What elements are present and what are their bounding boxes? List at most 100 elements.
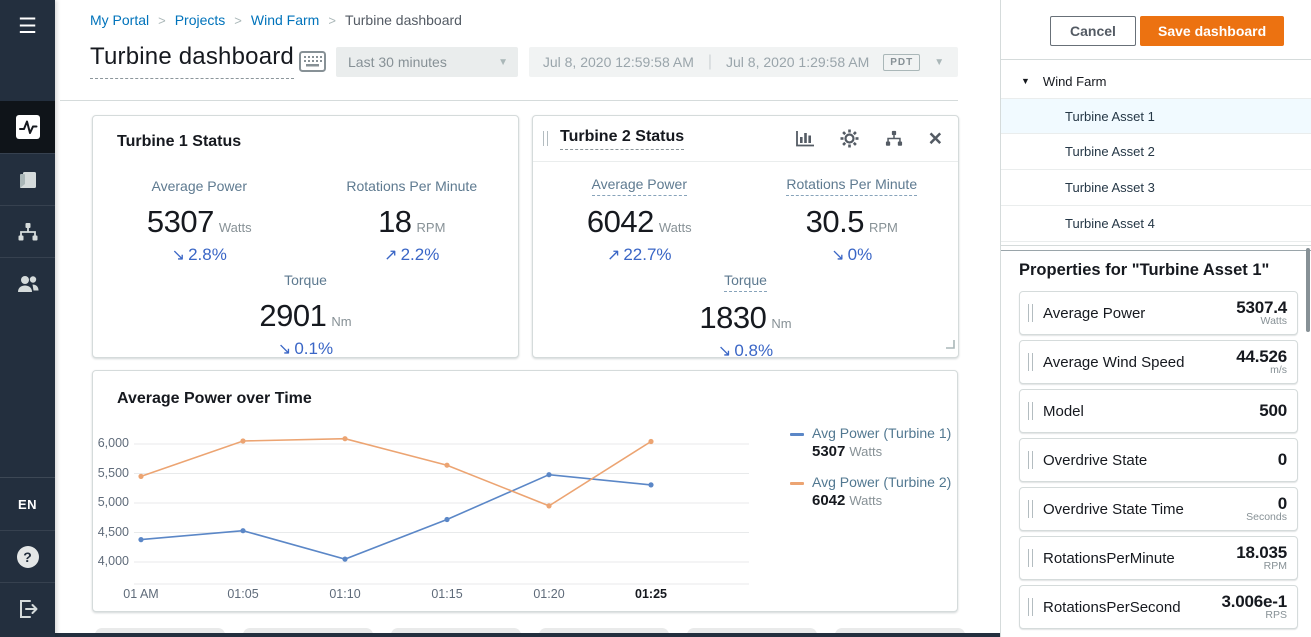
x-tick-label: 01:15: [412, 587, 482, 601]
sidebar-item-dashboards[interactable]: [0, 101, 55, 153]
metric-label[interactable]: Rotations Per Minute: [786, 176, 917, 196]
help-button[interactable]: ?: [0, 530, 55, 582]
trend-up-icon: ↗: [384, 247, 397, 264]
legend-value: 6042: [812, 492, 845, 509]
sidebar: ☰: [0, 0, 55, 637]
breadcrumb-item[interactable]: Wind Farm: [251, 12, 319, 28]
edit-panel: Cancel Save dashboard ▼ Wind Farm Turbin…: [1000, 0, 1311, 637]
property-card-average-power[interactable]: Average Power5307.4Watts: [1019, 291, 1298, 335]
sidebar-item-asset-tree[interactable]: [0, 205, 55, 257]
drag-handle[interactable]: [1028, 304, 1033, 322]
chart-type-icon[interactable]: [796, 130, 815, 147]
breadcrumb-item[interactable]: My Portal: [90, 12, 149, 28]
metrics: Average Power 6042Watts ↗22.7% Rotations Pe…: [533, 176, 958, 361]
tree-item-turbine-asset-2[interactable]: Turbine Asset 2: [1001, 134, 1311, 170]
widget-actions: ×: [796, 127, 942, 150]
cancel-button[interactable]: Cancel: [1050, 16, 1136, 46]
menu-icon[interactable]: ☰: [0, 4, 55, 48]
metric-unit: Watts: [659, 220, 692, 235]
gear-icon[interactable]: [840, 129, 859, 148]
x-tick-label: 01:05: [208, 587, 278, 601]
drag-handle[interactable]: [1028, 598, 1033, 616]
property-value: 3.006e-1: [1221, 593, 1287, 611]
property-card-average-wind-speed[interactable]: Average Wind Speed44.526m/s: [1019, 340, 1298, 384]
metric-label: Average Power: [152, 178, 247, 194]
time-range-select[interactable]: Last 30 minutes ▼: [336, 47, 518, 77]
resize-handle[interactable]: [945, 336, 955, 354]
property-card-overdrive-state[interactable]: Overdrive State0: [1019, 438, 1298, 482]
property-value-block: 0Seconds: [1246, 495, 1287, 524]
x-tick-label: 01:25: [616, 587, 686, 601]
property-name: RotationsPerSecond: [1043, 599, 1221, 616]
language-button[interactable]: EN: [0, 478, 55, 530]
property-name: Average Power: [1043, 305, 1236, 322]
property-card-overdrive-state-time[interactable]: Overdrive State Time0Seconds: [1019, 487, 1298, 531]
timezone-badge: PDT: [883, 54, 920, 71]
property-card-rotationspersecond[interactable]: RotationsPerSecond3.006e-1RPS: [1019, 585, 1298, 629]
breadcrumb: My Portal>Projects>Wind Farm>Turbine das…: [90, 12, 462, 28]
sidebar-item-users[interactable]: [0, 257, 55, 309]
time-range-value: Last 30 minutes: [348, 54, 498, 70]
keyboard-shortcuts-icon[interactable]: [299, 51, 326, 77]
tree-item-turbine-asset-3[interactable]: Turbine Asset 3: [1001, 170, 1311, 206]
metric-value: 5307: [147, 204, 214, 239]
legend-unit: Watts: [849, 493, 882, 508]
close-icon[interactable]: ×: [929, 127, 942, 150]
property-name: Overdrive State: [1043, 452, 1278, 469]
tree-item-turbine-asset-4[interactable]: Turbine Asset 4: [1001, 206, 1311, 242]
divider: |: [708, 53, 712, 71]
property-unit: Seconds: [1246, 512, 1287, 523]
metric-value: 30.5: [806, 204, 864, 239]
header-divider: [60, 100, 958, 101]
metric-value-line: 6042Watts: [533, 204, 746, 240]
save-dashboard-button[interactable]: Save dashboard: [1140, 16, 1284, 46]
drag-handle[interactable]: [1028, 451, 1033, 469]
metric-trend: ↘0.1%: [93, 339, 518, 359]
property-value: 0: [1246, 495, 1287, 513]
tree-item-turbine-asset-1[interactable]: Turbine Asset 1: [1001, 98, 1311, 134]
metric-value-line: 18RPM: [306, 204, 519, 240]
language-label: EN: [18, 497, 37, 512]
property-unit: m/s: [1236, 365, 1287, 376]
trend-value: 22.7%: [623, 245, 671, 264]
y-tick-label: 4,500: [93, 525, 129, 539]
y-tick-label: 6,000: [93, 436, 129, 450]
metric-rotations-per-minute: Rotations Per Minute30.5RPM↘0%: [746, 176, 959, 265]
breadcrumb-item[interactable]: Projects: [175, 12, 226, 28]
caret-down-icon: ▼: [1021, 76, 1030, 86]
property-unit: Watts: [1236, 316, 1287, 327]
property-card-rotationsperminute[interactable]: RotationsPerMinute18.035RPM: [1019, 536, 1298, 580]
panel-divider: [1001, 245, 1311, 246]
drag-handle[interactable]: [543, 131, 548, 146]
drag-handle[interactable]: [1028, 402, 1033, 420]
tree-node-wind-farm[interactable]: ▼ Wind Farm: [1001, 66, 1311, 96]
metric-trend: ↗22.7%: [533, 245, 746, 265]
help-icon: ?: [17, 546, 39, 568]
legend-value-line: 6042 Watts: [812, 492, 951, 510]
start-time: Jul 8, 2020 12:59:58 AM: [543, 54, 694, 70]
breadcrumb-separator-icon: >: [234, 13, 242, 28]
sign-out-button[interactable]: [0, 582, 55, 634]
metric-value-line: 5307 Watts: [93, 204, 306, 240]
property-value-block: 18.035RPM: [1236, 544, 1287, 573]
metric-unit: Watts: [219, 220, 252, 235]
drag-handle[interactable]: [1028, 549, 1033, 567]
property-card-model[interactable]: Model500: [1019, 389, 1298, 433]
sidebar-item-portal[interactable]: [0, 153, 55, 205]
panel-scrollbar[interactable]: [1306, 248, 1310, 332]
drag-handle[interactable]: [1028, 353, 1033, 371]
metric-label[interactable]: Average Power: [592, 176, 687, 196]
date-range-picker[interactable]: Jul 8, 2020 12:59:58 AM | Jul 8, 2020 1:…: [529, 47, 958, 77]
page-title[interactable]: Turbine dashboard: [90, 43, 294, 79]
metric-label[interactable]: Torque: [724, 272, 767, 292]
drag-handle[interactable]: [1028, 500, 1033, 518]
x-tick-label: 01:10: [310, 587, 380, 601]
metric-value-line: 30.5RPM: [746, 204, 959, 240]
property-name: RotationsPerMinute: [1043, 550, 1236, 567]
y-tick-label: 5,000: [93, 495, 129, 509]
asset-tree-icon[interactable]: [884, 130, 904, 147]
widget-title[interactable]: Turbine 2 Status: [560, 128, 684, 150]
metric-label: Torque: [284, 272, 327, 288]
sidebar-nav: [0, 101, 55, 309]
legend-series-name: Avg Power (Turbine 2): [812, 474, 951, 490]
